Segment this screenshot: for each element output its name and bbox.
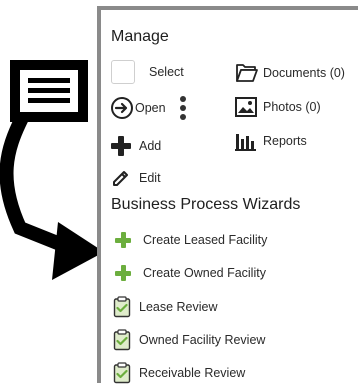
wizard-label: Owned Facility Review bbox=[139, 333, 266, 347]
clipboard-check-icon bbox=[113, 362, 131, 384]
photo-icon bbox=[235, 97, 257, 117]
manage-heading: Manage bbox=[111, 28, 169, 45]
clipboard-check-icon bbox=[113, 329, 131, 351]
open-label: Open bbox=[135, 101, 166, 115]
plus-icon bbox=[111, 136, 131, 156]
wizard-create-leased-facility[interactable]: Create Leased Facility bbox=[115, 232, 267, 248]
clipboard-check-icon bbox=[113, 296, 131, 318]
wizard-label: Lease Review bbox=[139, 300, 218, 314]
add-label: Add bbox=[139, 139, 162, 153]
edit-label: Edit bbox=[139, 171, 161, 185]
manage-panel: Manage Select Documents (0) Open Photos … bbox=[97, 6, 358, 384]
wizard-receivable-review[interactable]: Receivable Review bbox=[113, 362, 245, 384]
more-options-icon[interactable] bbox=[179, 96, 186, 120]
photos-button[interactable]: Photos (0) bbox=[235, 97, 321, 117]
pencil-icon bbox=[113, 171, 128, 186]
documents-button[interactable]: Documents (0) bbox=[235, 62, 345, 84]
green-plus-icon bbox=[115, 232, 131, 248]
open-button[interactable]: Open bbox=[111, 96, 186, 120]
wizard-create-owned-facility[interactable]: Create Owned Facility bbox=[115, 265, 266, 281]
bar-chart-icon bbox=[235, 134, 256, 151]
edit-button[interactable]: Edit bbox=[111, 168, 161, 188]
checkbox-icon[interactable] bbox=[111, 60, 135, 84]
wizard-owned-facility-review[interactable]: Owned Facility Review bbox=[113, 329, 265, 351]
wizard-lease-review[interactable]: Lease Review bbox=[113, 296, 218, 318]
select-button[interactable]: Select bbox=[111, 60, 184, 84]
arrow-right-circle-icon bbox=[111, 97, 133, 119]
wizard-label: Receivable Review bbox=[139, 366, 246, 380]
add-button[interactable]: Add bbox=[111, 136, 161, 156]
wizard-label: Create Owned Facility bbox=[143, 266, 266, 280]
documents-label: Documents (0) bbox=[263, 66, 345, 80]
photos-label: Photos (0) bbox=[263, 100, 321, 114]
select-label: Select bbox=[149, 65, 184, 79]
reports-button[interactable]: Reports bbox=[235, 131, 307, 151]
reports-label: Reports bbox=[263, 134, 307, 148]
folder-open-icon bbox=[236, 64, 258, 82]
wizard-label: Create Leased Facility bbox=[143, 233, 268, 247]
wizards-heading: Business Process Wizards bbox=[111, 196, 301, 213]
green-plus-icon bbox=[115, 265, 131, 281]
